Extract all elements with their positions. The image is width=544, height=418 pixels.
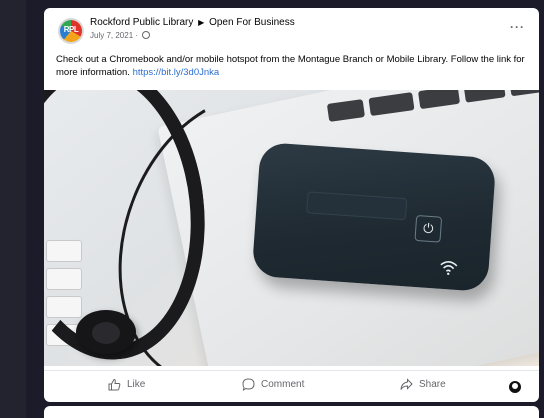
hotspot-display-panel <box>306 191 408 221</box>
post-text: Check out a Chromebook and/or mobile hot… <box>56 53 531 79</box>
share-button[interactable]: Share <box>400 378 446 391</box>
page-name-link[interactable]: Rockford Public Library <box>90 17 193 28</box>
post-header: RPL Rockford Public Library ▶ Open For B… <box>44 8 539 48</box>
share-label: Share <box>419 379 446 390</box>
next-post-card <box>44 406 539 418</box>
caret-right-icon: ▶ <box>198 18 205 27</box>
group-name-link[interactable]: Open For Business <box>209 17 295 28</box>
left-sidebar-strip <box>0 0 26 418</box>
post-message: Check out a Chromebook and/or mobile hot… <box>56 54 525 78</box>
more-options-button[interactable]: ··· <box>510 20 525 34</box>
post-photo[interactable]: ⏻ <box>44 90 539 366</box>
comment-button[interactable]: Comment <box>242 378 304 391</box>
post-actions-bar: Like Comment Share <box>44 370 539 400</box>
like-button[interactable]: Like <box>108 378 145 391</box>
post-meta: July 7, 2021 · <box>90 31 151 40</box>
page-avatar[interactable]: RPL <box>58 18 84 44</box>
post-date[interactable]: July 7, 2021 · <box>90 31 138 40</box>
reaction-profile-avatar[interactable] <box>509 381 521 393</box>
comment-bubble-icon <box>242 378 255 391</box>
avatar-logo-text: RPL <box>63 25 79 34</box>
post-title: Rockford Public Library ▶ Open For Busin… <box>90 17 295 28</box>
wifi-icon <box>440 261 458 276</box>
comment-label: Comment <box>261 379 305 390</box>
mobile-hotspot-device: ⏻ <box>251 141 497 293</box>
globe-icon <box>142 31 151 39</box>
like-label: Like <box>127 379 146 390</box>
headphone-cup-center <box>92 322 120 344</box>
thumbs-up-icon <box>108 378 121 391</box>
share-arrow-icon <box>400 378 413 390</box>
post-card: RPL Rockford Public Library ▶ Open For B… <box>44 8 539 402</box>
power-icon: ⏻ <box>414 214 443 243</box>
post-link[interactable]: https://bit.ly/3d0Jnka <box>133 67 220 78</box>
